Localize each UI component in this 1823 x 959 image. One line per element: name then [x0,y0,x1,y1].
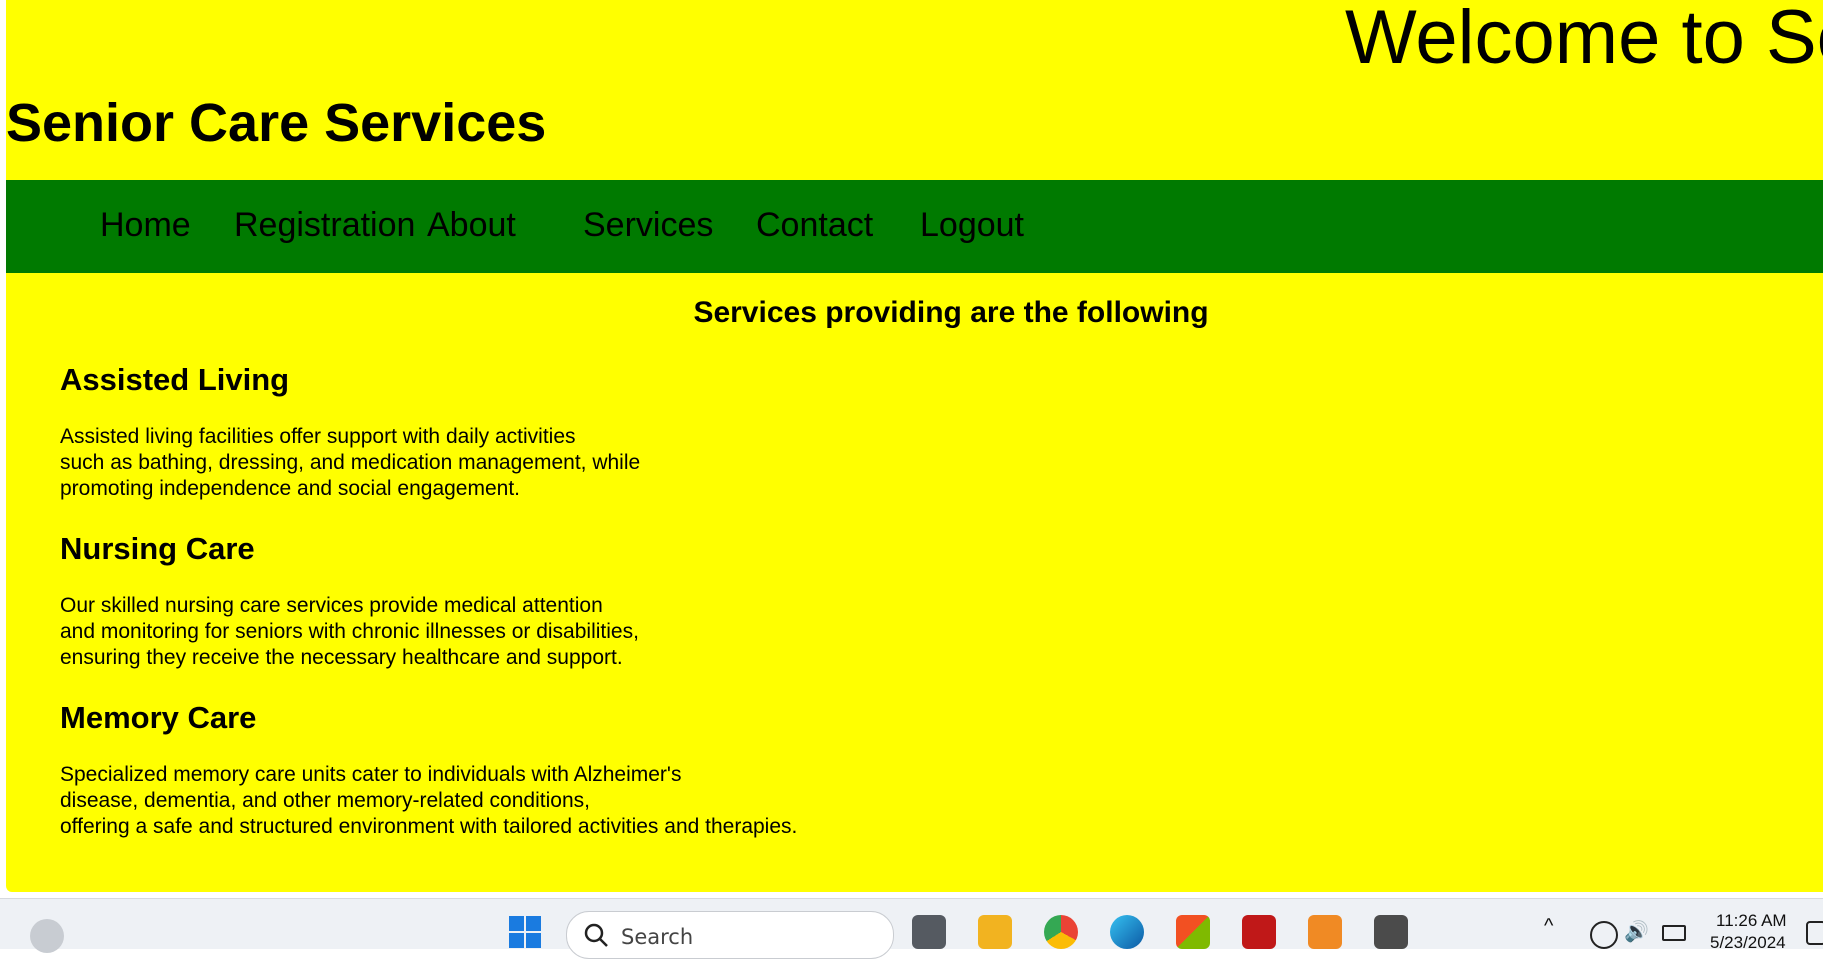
service-description: Our skilled nursing care services provid… [60,594,639,669]
taskbar: Search ^ 🔊 11:26 AM 5/23/2024 [0,898,1823,959]
nav-contact[interactable]: Contact [756,206,873,245]
nav-home[interactable]: Home [100,206,191,245]
nav-logout[interactable]: Logout [920,206,1024,245]
service-memory-care: Memory Care Specialized memory care unit… [60,700,797,840]
page: Welcome to Se Senior Care Services Home … [6,0,1823,892]
service-title: Assisted Living [60,362,290,397]
service-assisted-living: Assisted Living Assisted living faciliti… [60,362,640,502]
chrome-icon[interactable] [1044,915,1078,949]
welcome-heading: Welcome to Se [1345,0,1823,80]
nav-bar: Home Registration About Services Contact… [6,180,1823,273]
nav-services[interactable]: Services [583,206,713,245]
taskbar-search-box[interactable]: Search [566,911,894,959]
service-nursing-care: Nursing Care Our skilled nursing care se… [60,531,639,671]
services-heading: Services providing are the following [693,296,1209,329]
site-title: Senior Care Services [6,93,547,153]
search-placeholder: Search [621,925,694,949]
clock-time[interactable]: 11:26 AM [1716,911,1787,931]
file-explorer-icon[interactable] [978,915,1012,949]
xampp-icon[interactable] [1308,915,1342,949]
service-description: Assisted living facilities offer support… [60,425,641,500]
notification-icon[interactable] [1806,921,1823,945]
network-icon[interactable] [1590,921,1618,949]
volume-icon[interactable]: 🔊 [1624,919,1649,944]
service-title: Memory Care [60,700,257,735]
service-title: Nursing Care [60,531,255,566]
sublime-text-icon[interactable] [1374,915,1408,949]
service-description: Specialized memory care units cater to i… [60,763,798,838]
nav-registration[interactable]: Registration [234,206,415,245]
search-icon [584,923,608,947]
nav-about[interactable]: About [427,206,516,245]
chevron-up-icon[interactable]: ^ [1544,915,1553,938]
microsoft-store-icon[interactable] [1176,915,1210,949]
edge-icon[interactable] [1110,915,1144,949]
mcafee-icon[interactable] [1242,915,1276,949]
windows-start-icon[interactable] [508,915,542,949]
battery-icon[interactable] [1662,925,1686,941]
clock-date[interactable]: 5/23/2024 [1710,933,1786,953]
task-view-icon[interactable] [912,915,946,949]
